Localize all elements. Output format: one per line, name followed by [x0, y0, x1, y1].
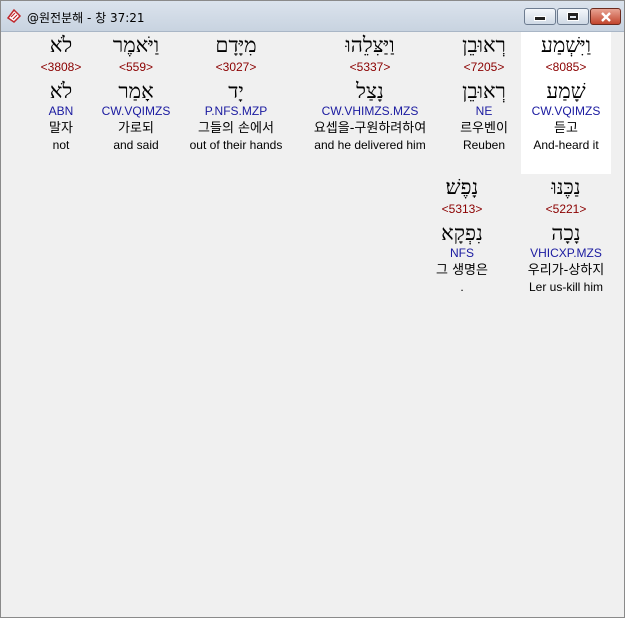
hebrew-lemma: יָד — [228, 79, 244, 103]
morphology-code: ABN — [48, 104, 74, 118]
korean-gloss: 듣고 — [554, 121, 578, 136]
morphology-code: CW.VHIMZS.MZS — [321, 104, 419, 118]
word-cell-7205[interactable]: רְאוּבֵן <7205> רְאוּבֵן NE 르우벤이 Reuben — [439, 32, 529, 153]
korean-gloss: 요셉을-구원하려하여 — [313, 121, 427, 136]
hebrew-lemma: נָכָה — [551, 221, 581, 245]
hebrew-word: לֹא — [49, 33, 73, 57]
hebrew-word: וַיַּצִּלֵהוּ — [345, 33, 395, 57]
hebrew-word: נַכֶּנּוּ — [551, 175, 581, 199]
hebrew-word: מִיָּדָם — [215, 33, 257, 57]
korean-gloss: 가로되 — [118, 121, 154, 136]
strong-number[interactable]: <5221> — [513, 202, 619, 216]
strong-number[interactable]: <5313> — [417, 202, 507, 216]
hebrew-lemma: נִפְקָא — [441, 221, 483, 245]
minimize-button[interactable] — [524, 8, 556, 25]
hebrew-lemma: שָׁמַע — [546, 79, 586, 103]
morphology-code: CW.VQIMZS — [101, 104, 171, 118]
korean-gloss: 말자 — [49, 121, 73, 136]
morphology-code: VHICXP.MZS — [530, 246, 602, 260]
hebrew-lemma: רְאוּבֵן — [462, 79, 506, 103]
close-button[interactable] — [590, 8, 621, 25]
close-icon — [600, 11, 611, 22]
minimize-icon — [534, 16, 546, 21]
hebrew-word: וַיִּשְׁמַע — [540, 33, 592, 57]
strong-number[interactable]: <3027> — [181, 60, 291, 74]
title-bar[interactable]: @원전분해 - 창 37:21 — [1, 1, 624, 32]
english-gloss: and said — [113, 138, 159, 152]
app-window: @원전분해 - 창 37:21 וַיִּשְׁמַע <8085> שָׁמַ… — [0, 0, 625, 618]
word-cell-3027[interactable]: מִיָּדָם <3027> יָד P.NFS.MZP 그들의 손에서 ou… — [181, 32, 291, 153]
window-title: @원전분해 - 창 37:21 — [27, 11, 145, 25]
english-gloss: not — [52, 138, 70, 152]
morphology-code: NE — [475, 104, 493, 118]
strong-number[interactable]: <559> — [91, 60, 181, 74]
korean-gloss: 르우벤이 — [460, 121, 508, 136]
word-analysis-view: וַיִּשְׁמַע <8085> שָׁמַע CW.VQIMZS 듣고 A… — [5, 32, 620, 615]
english-gloss: Ler us-kill him — [528, 280, 603, 294]
english-gloss: Reuben — [462, 138, 506, 152]
hebrew-lemma: לֹא — [49, 79, 73, 103]
hebrew-lemma: אָמַר — [118, 79, 154, 103]
strong-number[interactable]: <5337> — [295, 60, 445, 74]
hebrew-lemma: נָצַל — [356, 79, 384, 103]
english-gloss: . — [460, 280, 464, 294]
word-cell-5337[interactable]: וַיַּצִּלֵהוּ <5337> נָצַל CW.VHIMZS.MZS… — [295, 32, 445, 153]
strong-number[interactable]: <7205> — [439, 60, 529, 74]
morphology-code: P.NFS.MZP — [204, 104, 268, 118]
word-cell-3808[interactable]: לֹא <3808> לֹא ABN 말자 not — [19, 32, 103, 153]
hebrew-word: נָפֶשׁ׃ — [445, 175, 479, 199]
english-gloss: out of their hands — [189, 138, 283, 152]
maximize-button[interactable] — [557, 8, 589, 25]
hebrew-word: וַיֹּאמֶר — [112, 33, 160, 57]
morphology-code: NFS — [450, 246, 474, 260]
maximize-icon — [567, 12, 579, 21]
strong-number[interactable]: <8085> — [521, 60, 611, 74]
korean-gloss: 우리가-상하지 — [527, 263, 605, 278]
word-cell-8085[interactable]: וַיִּשְׁמַע <8085> שָׁמַע CW.VQIMZS 듣고 A… — [521, 32, 611, 174]
morphology-code: CW.VQIMZS — [531, 104, 601, 118]
korean-gloss: 그들의 손에서 — [198, 121, 274, 136]
strong-number[interactable]: <3808> — [19, 60, 103, 74]
english-gloss: And-heard it — [533, 138, 599, 152]
english-gloss: and he delivered him — [314, 138, 426, 152]
word-cell-5221[interactable]: נַכֶּנּוּ <5221> נָכָה VHICXP.MZS 우리가-상하… — [513, 174, 619, 295]
hebrew-word: רְאוּבֵן — [462, 33, 506, 57]
app-icon — [6, 8, 22, 24]
korean-gloss: 그 생명은 — [436, 263, 488, 278]
word-cell-5313[interactable]: נָפֶשׁ׃ <5313> נִפְקָא NFS 그 생명은 . — [417, 174, 507, 295]
word-cell-559[interactable]: וַיֹּאמֶר <559> אָמַר CW.VQIMZS 가로되 and … — [91, 32, 181, 153]
